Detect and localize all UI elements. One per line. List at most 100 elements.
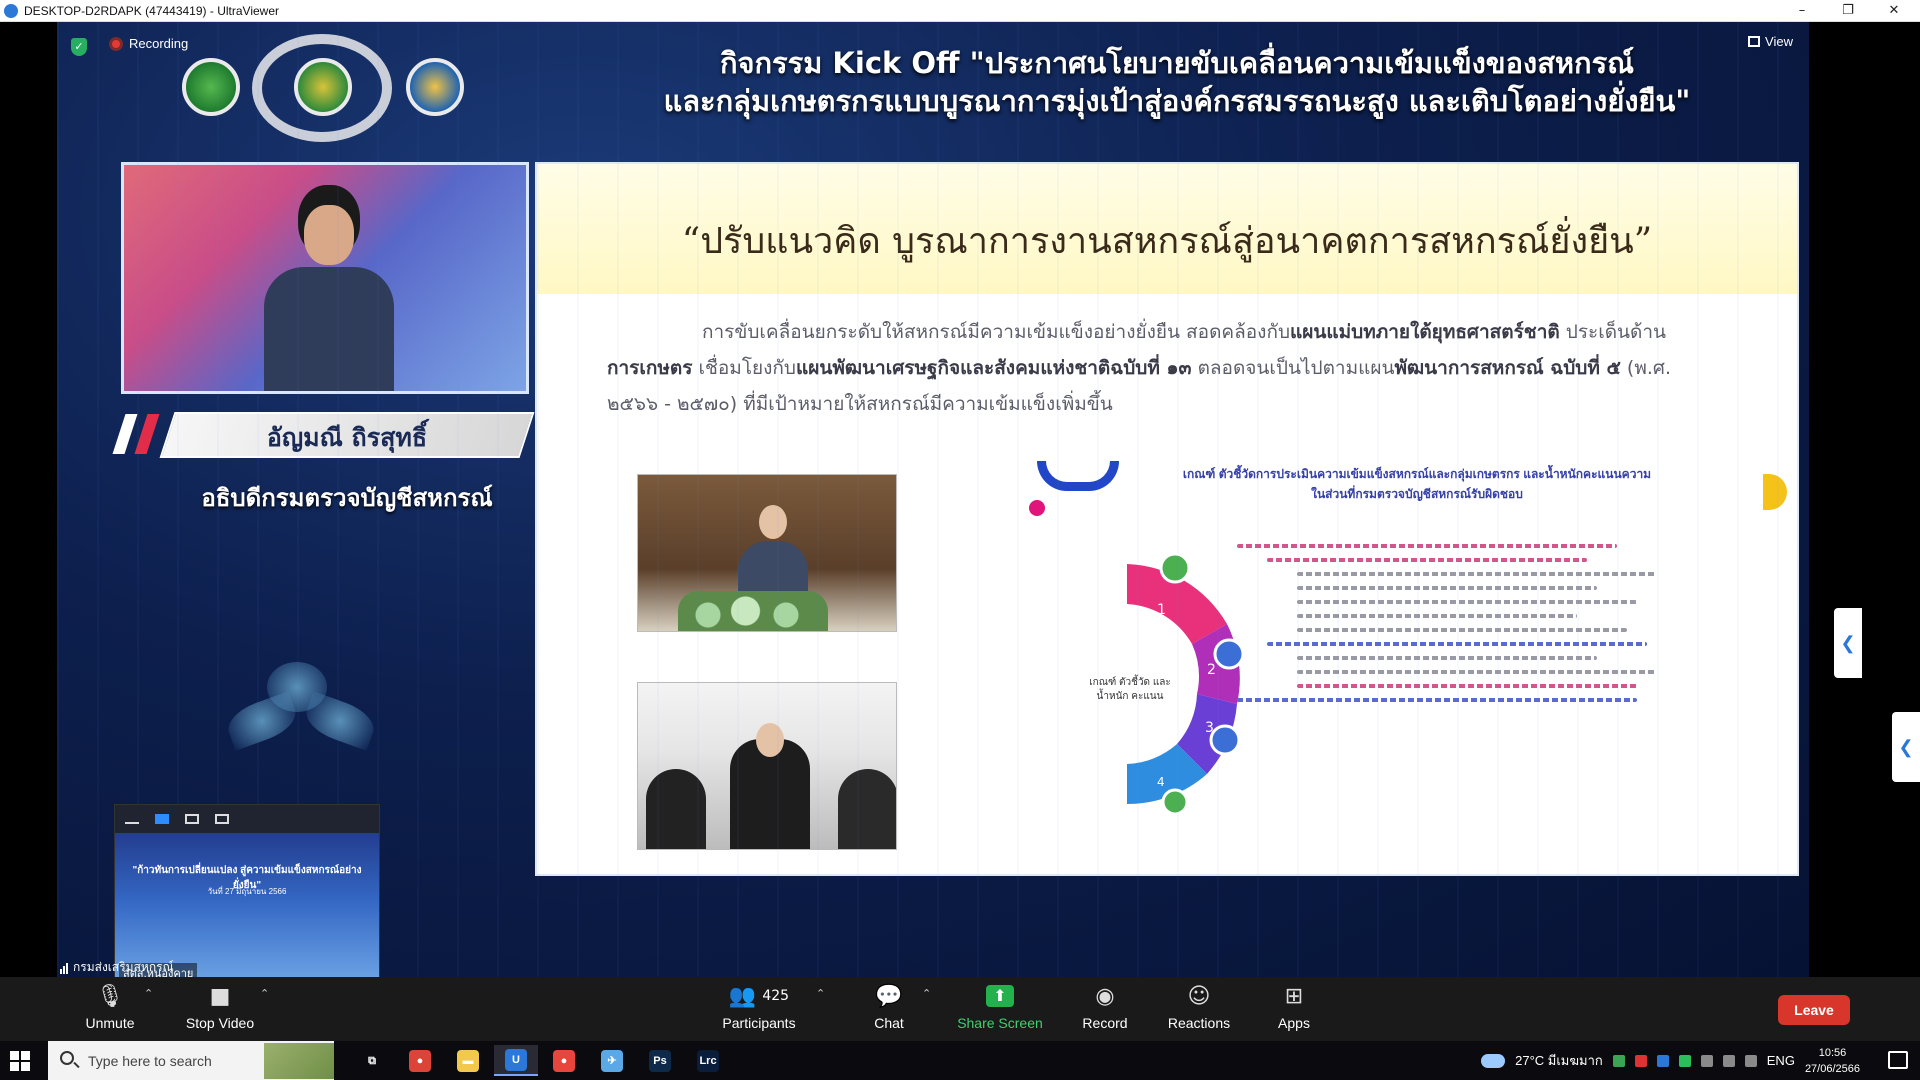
notifications-icon[interactable]	[1888, 1051, 1908, 1069]
chat-options-chevron-icon[interactable]: ⌃	[922, 987, 931, 1000]
collapse-panel-arrow-icon[interactable]: ❮	[1834, 608, 1862, 678]
tray-app-icon[interactable]	[1678, 1054, 1691, 1067]
ring-step-4: 4	[1157, 775, 1165, 789]
taskbar-app-task-view[interactable]: ⧉	[350, 1045, 394, 1076]
close-button[interactable]: ✕	[1872, 0, 1916, 22]
clock-time: 10:56	[1818, 1046, 1847, 1059]
speaker-icon[interactable]	[1744, 1054, 1757, 1067]
decorative-dot-yellow	[1763, 474, 1787, 510]
input-language[interactable]: ENG	[1767, 1053, 1795, 1068]
leave-button[interactable]: Leave	[1778, 995, 1850, 1025]
gallery-view-icon[interactable]	[215, 814, 229, 824]
chat-bubble-icon: 💬	[875, 983, 903, 1009]
windows-start-icon[interactable]	[10, 1051, 30, 1071]
audio-options-chevron-icon[interactable]: ⌃	[144, 987, 153, 1000]
video-options-chevron-icon[interactable]: ⌃	[260, 987, 269, 1000]
event-banner-title: กิจกรรม Kick Off "ประกาศนโยบายขับเคลื่อน…	[547, 44, 1807, 120]
weather-label[interactable]: 27°C มีเมฆมาก	[1515, 1050, 1603, 1071]
taskbar-app-ultraviewer[interactable]: U	[494, 1045, 538, 1076]
leaf-top	[267, 662, 327, 712]
minimize-button[interactable]: –	[1780, 0, 1824, 22]
criteria-line	[1297, 670, 1657, 674]
logo-right-emblem	[406, 58, 464, 116]
share-screen-button[interactable]: ⬆ Share Screen	[954, 981, 1046, 1031]
restore-button[interactable]: ❐	[1826, 0, 1870, 22]
taskbar-app-file-explorer[interactable]: ▬	[446, 1045, 490, 1076]
tray-app-icon[interactable]	[1634, 1054, 1647, 1067]
security-shield-icon[interactable]: ✓	[71, 38, 87, 56]
participants-icon: 👥 425	[728, 983, 790, 1009]
muted-microphone-icon: 🎙	[96, 983, 124, 1009]
presenter-head	[304, 205, 354, 265]
task-view-icon: ⧉	[361, 1049, 383, 1072]
system-tray: 27°C มีเมฆมาก ENG 10:56 27/06/2566	[1481, 1041, 1860, 1080]
view-button[interactable]: View	[1748, 34, 1793, 49]
share-screen-label: Share Screen	[957, 1015, 1043, 1031]
speaker-name: อัญมณี ถิรสุทธิ์	[266, 423, 428, 452]
participants-options-chevron-icon[interactable]: ⌃	[816, 987, 825, 1000]
app-parrot-icon: ✈	[601, 1049, 623, 1072]
network-icon[interactable]	[1700, 1054, 1713, 1067]
view-label: View	[1765, 34, 1793, 49]
stop-video-button[interactable]: ■ Stop Video	[180, 981, 260, 1032]
system-clock[interactable]: 10:56 27/06/2566	[1805, 1045, 1860, 1077]
name-stripe-red	[134, 414, 160, 454]
self-view-date: วันที่ 27 มิถุนายน 2566	[207, 887, 287, 896]
unmute-label: Unmute	[85, 1015, 135, 1031]
criteria-line	[1297, 684, 1637, 688]
presentation-slide: “ปรับแนวคิด บูรณาการงานสหกรณ์สู่อนาคตการ…	[535, 162, 1799, 876]
ultraviewer-icon: U	[505, 1048, 527, 1071]
strip-view-icon[interactable]	[185, 814, 199, 824]
taskbar-search-input[interactable]: Type here to search	[48, 1041, 334, 1080]
record-label: Record	[1082, 1015, 1128, 1031]
record-button[interactable]: ◉ Record	[1078, 981, 1132, 1032]
apps-button[interactable]: ⊞ Apps	[1272, 981, 1316, 1032]
criteria-line	[1297, 600, 1637, 604]
taskbar-app-chrome[interactable]: ●	[398, 1045, 442, 1076]
banner-line-2: และกลุ่มเกษตรกรแบบบูรณาการมุ่งเป้าสู่องค…	[663, 84, 1691, 118]
recording-indicator[interactable]: Recording	[109, 36, 188, 51]
meeting-area: ✓ Recording กิจกรรม Kick Off "ประกาศนโยบ…	[0, 22, 1920, 986]
share-screen-icon: ⬆	[954, 981, 1046, 1011]
battery-icon[interactable]	[1722, 1054, 1735, 1067]
taskbar-app-app-parrot[interactable]: ✈	[590, 1045, 634, 1076]
taskbar-app-chrome-profile[interactable]: ●	[542, 1045, 586, 1076]
photo2-figure-left	[646, 769, 706, 849]
ring-step-2: 2	[1207, 662, 1216, 678]
expand-panel-arrow-icon[interactable]: ❮	[1892, 712, 1920, 782]
chrome-profile-icon: ●	[553, 1049, 575, 1072]
photo2-face	[756, 723, 784, 757]
speaker-view-icon[interactable]	[155, 814, 169, 824]
para-text-1: การขับเคลื่อนยกระดับให้สหกรณ์มีความเข้มแ…	[702, 321, 1291, 343]
presenter-body	[264, 267, 394, 391]
chat-label: Chat	[874, 1015, 904, 1031]
minimize-video-icon[interactable]	[125, 822, 139, 824]
ring-node-icon-4	[1161, 788, 1189, 814]
logo-center-emblem	[294, 58, 352, 116]
participants-label: Participants	[722, 1015, 796, 1031]
slide-title: “ปรับแนวคิด บูรณาการงานสหกรณ์สู่อนาคตการ…	[681, 221, 1653, 262]
criteria-line	[1267, 558, 1587, 562]
participants-button[interactable]: 👥 425 Participants	[716, 981, 802, 1032]
speaker-role: อธิบดีกรมตรวจบัญชีสหกรณ์	[201, 484, 493, 512]
tray-app-icon[interactable]	[1656, 1054, 1669, 1067]
photo-speaker-podium	[637, 474, 897, 632]
search-placeholder: Type here to search	[88, 1052, 212, 1069]
chat-button[interactable]: 💬 Chat	[864, 981, 914, 1032]
para-text-4: ตลอดจนเป็นไปตามแผน	[1191, 357, 1395, 379]
criteria-line	[1297, 572, 1657, 576]
criteria-line	[1237, 698, 1637, 702]
taskbar-app-photoshop[interactable]: Ps	[638, 1045, 682, 1076]
ring-node-icon-3	[1209, 724, 1241, 756]
reactions-smiley-icon: ☺	[1187, 983, 1211, 1009]
reactions-button[interactable]: ☺ Reactions	[1166, 981, 1232, 1032]
taskbar-app-lightroom-classic[interactable]: Lrc	[686, 1045, 730, 1076]
diagram-title: เกณฑ์ ตัวชี้วัดการประเมินความเข้มแข็งสหก…	[1182, 467, 1652, 501]
clock-date: 27/06/2566	[1804, 1062, 1860, 1075]
signal-bars-icon	[60, 963, 69, 977]
search-highlight-image	[264, 1043, 334, 1079]
tray-app-icon[interactable]	[1612, 1054, 1625, 1067]
self-view-toolbar	[115, 805, 379, 833]
name-stripe-white	[112, 414, 138, 454]
unmute-button[interactable]: 🎙 Unmute	[80, 981, 140, 1032]
